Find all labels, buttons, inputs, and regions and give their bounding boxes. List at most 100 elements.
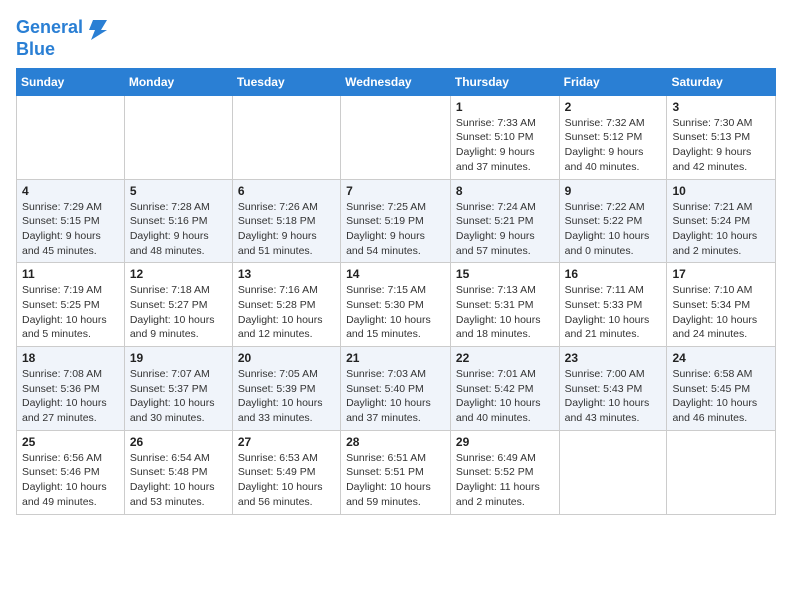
day-info: Sunrise: 7:01 AM Sunset: 5:42 PM Dayligh… [456, 367, 554, 426]
day-info: Sunrise: 7:15 AM Sunset: 5:30 PM Dayligh… [346, 283, 445, 342]
day-info: Sunrise: 7:26 AM Sunset: 5:18 PM Dayligh… [238, 200, 335, 259]
day-cell: 3 Sunrise: 7:30 AM Sunset: 5:13 PM Daylig… [667, 95, 776, 179]
day-number: 4 [22, 184, 119, 198]
week-row-0: 1 Sunrise: 7:33 AM Sunset: 5:10 PM Daylig… [17, 95, 776, 179]
day-cell: 25 Sunrise: 6:56 AM Sunset: 5:46 PM Dayli… [17, 430, 125, 514]
day-cell [124, 95, 232, 179]
day-info: Sunrise: 6:51 AM Sunset: 5:51 PM Dayligh… [346, 451, 445, 510]
week-row-4: 25 Sunrise: 6:56 AM Sunset: 5:46 PM Dayli… [17, 430, 776, 514]
day-number: 27 [238, 435, 335, 449]
day-number: 17 [672, 267, 770, 281]
day-cell: 2 Sunrise: 7:32 AM Sunset: 5:12 PM Daylig… [559, 95, 667, 179]
day-number: 25 [22, 435, 119, 449]
day-info: Sunrise: 7:13 AM Sunset: 5:31 PM Dayligh… [456, 283, 554, 342]
day-cell: 23 Sunrise: 7:00 AM Sunset: 5:43 PM Dayli… [559, 347, 667, 431]
day-cell: 12 Sunrise: 7:18 AM Sunset: 5:27 PM Dayli… [124, 263, 232, 347]
day-number: 19 [130, 351, 227, 365]
day-info: Sunrise: 7:22 AM Sunset: 5:22 PM Dayligh… [565, 200, 662, 259]
day-info: Sunrise: 6:49 AM Sunset: 5:52 PM Dayligh… [456, 451, 554, 510]
weekday-friday: Friday [559, 68, 667, 95]
day-info: Sunrise: 7:28 AM Sunset: 5:16 PM Dayligh… [130, 200, 227, 259]
day-number: 15 [456, 267, 554, 281]
day-number: 1 [456, 100, 554, 114]
day-cell: 5 Sunrise: 7:28 AM Sunset: 5:16 PM Daylig… [124, 179, 232, 263]
weekday-wednesday: Wednesday [341, 68, 451, 95]
week-row-2: 11 Sunrise: 7:19 AM Sunset: 5:25 PM Dayli… [17, 263, 776, 347]
day-cell: 17Sunrise: 7:10 AM Sunset: 5:34 PM Dayli… [667, 263, 776, 347]
day-info: Sunrise: 7:33 AM Sunset: 5:10 PM Dayligh… [456, 116, 554, 175]
day-number: 22 [456, 351, 554, 365]
day-cell: 10 Sunrise: 7:21 AM Sunset: 5:24 PM Dayli… [667, 179, 776, 263]
day-number: 23 [565, 351, 662, 365]
day-cell: 6 Sunrise: 7:26 AM Sunset: 5:18 PM Daylig… [232, 179, 340, 263]
day-number: 10 [672, 184, 770, 198]
day-number: 28 [346, 435, 445, 449]
day-cell: 18 Sunrise: 7:08 AM Sunset: 5:36 PM Dayli… [17, 347, 125, 431]
day-info: Sunrise: 7:21 AM Sunset: 5:24 PM Dayligh… [672, 200, 770, 259]
day-cell [667, 430, 776, 514]
day-info: Sunrise: 7:30 AM Sunset: 5:13 PM Dayligh… [672, 116, 770, 175]
day-info: Sunrise: 7:16 AM Sunset: 5:28 PM Dayligh… [238, 283, 335, 342]
week-row-1: 4 Sunrise: 7:29 AM Sunset: 5:15 PM Daylig… [17, 179, 776, 263]
day-number: 9 [565, 184, 662, 198]
weekday-monday: Monday [124, 68, 232, 95]
day-cell: 11 Sunrise: 7:19 AM Sunset: 5:25 PM Dayli… [17, 263, 125, 347]
day-cell: 4 Sunrise: 7:29 AM Sunset: 5:15 PM Daylig… [17, 179, 125, 263]
header: GeneralBlue [16, 16, 776, 60]
day-info: Sunrise: 7:29 AM Sunset: 5:15 PM Dayligh… [22, 200, 119, 259]
day-cell: 21Sunrise: 7:03 AM Sunset: 5:40 PM Dayli… [341, 347, 451, 431]
day-number: 7 [346, 184, 445, 198]
day-number: 18 [22, 351, 119, 365]
calendar-body: 1 Sunrise: 7:33 AM Sunset: 5:10 PM Daylig… [17, 95, 776, 514]
weekday-tuesday: Tuesday [232, 68, 340, 95]
day-info: Sunrise: 7:24 AM Sunset: 5:21 PM Dayligh… [456, 200, 554, 259]
logo-text: GeneralBlue [16, 16, 109, 60]
day-cell [232, 95, 340, 179]
day-cell [559, 430, 667, 514]
day-info: Sunrise: 7:07 AM Sunset: 5:37 PM Dayligh… [130, 367, 227, 426]
day-info: Sunrise: 6:54 AM Sunset: 5:48 PM Dayligh… [130, 451, 227, 510]
day-number: 6 [238, 184, 335, 198]
day-number: 2 [565, 100, 662, 114]
day-cell: 7Sunrise: 7:25 AM Sunset: 5:19 PM Daylig… [341, 179, 451, 263]
day-number: 13 [238, 267, 335, 281]
day-cell: 20 Sunrise: 7:05 AM Sunset: 5:39 PM Dayli… [232, 347, 340, 431]
day-cell: 9 Sunrise: 7:22 AM Sunset: 5:22 PM Daylig… [559, 179, 667, 263]
day-cell: 16Sunrise: 7:11 AM Sunset: 5:33 PM Dayli… [559, 263, 667, 347]
day-cell: 27 Sunrise: 6:53 AM Sunset: 5:49 PM Dayli… [232, 430, 340, 514]
day-info: Sunrise: 7:00 AM Sunset: 5:43 PM Dayligh… [565, 367, 662, 426]
day-info: Sunrise: 7:32 AM Sunset: 5:12 PM Dayligh… [565, 116, 662, 175]
weekday-thursday: Thursday [450, 68, 559, 95]
day-cell: 13 Sunrise: 7:16 AM Sunset: 5:28 PM Dayli… [232, 263, 340, 347]
day-number: 24 [672, 351, 770, 365]
weekday-saturday: Saturday [667, 68, 776, 95]
day-cell: 22 Sunrise: 7:01 AM Sunset: 5:42 PM Dayli… [450, 347, 559, 431]
day-number: 3 [672, 100, 770, 114]
day-number: 29 [456, 435, 554, 449]
day-info: Sunrise: 6:53 AM Sunset: 5:49 PM Dayligh… [238, 451, 335, 510]
day-info: Sunrise: 6:58 AM Sunset: 5:45 PM Dayligh… [672, 367, 770, 426]
calendar-table: SundayMondayTuesdayWednesdayThursdayFrid… [16, 68, 776, 515]
day-number: 14 [346, 267, 445, 281]
day-info: Sunrise: 7:03 AM Sunset: 5:40 PM Dayligh… [346, 367, 445, 426]
day-cell: 24 Sunrise: 6:58 AM Sunset: 5:45 PM Dayli… [667, 347, 776, 431]
day-info: Sunrise: 7:19 AM Sunset: 5:25 PM Dayligh… [22, 283, 119, 342]
day-cell: 29 Sunrise: 6:49 AM Sunset: 5:52 PM Dayli… [450, 430, 559, 514]
weekday-header: SundayMondayTuesdayWednesdayThursdayFrid… [17, 68, 776, 95]
day-info: Sunrise: 7:11 AM Sunset: 5:33 PM Dayligh… [565, 283, 662, 342]
day-cell [17, 95, 125, 179]
day-cell: 1 Sunrise: 7:33 AM Sunset: 5:10 PM Daylig… [450, 95, 559, 179]
day-info: Sunrise: 7:08 AM Sunset: 5:36 PM Dayligh… [22, 367, 119, 426]
day-number: 20 [238, 351, 335, 365]
day-info: Sunrise: 7:18 AM Sunset: 5:27 PM Dayligh… [130, 283, 227, 342]
day-number: 12 [130, 267, 227, 281]
day-cell: 28 Sunrise: 6:51 AM Sunset: 5:51 PM Dayli… [341, 430, 451, 514]
week-row-3: 18 Sunrise: 7:08 AM Sunset: 5:36 PM Dayli… [17, 347, 776, 431]
day-info: Sunrise: 7:05 AM Sunset: 5:39 PM Dayligh… [238, 367, 335, 426]
day-cell [341, 95, 451, 179]
day-info: Sunrise: 6:56 AM Sunset: 5:46 PM Dayligh… [22, 451, 119, 510]
logo: GeneralBlue [16, 16, 109, 60]
day-number: 11 [22, 267, 119, 281]
day-number: 5 [130, 184, 227, 198]
day-cell: 8Sunrise: 7:24 AM Sunset: 5:21 PM Daylig… [450, 179, 559, 263]
